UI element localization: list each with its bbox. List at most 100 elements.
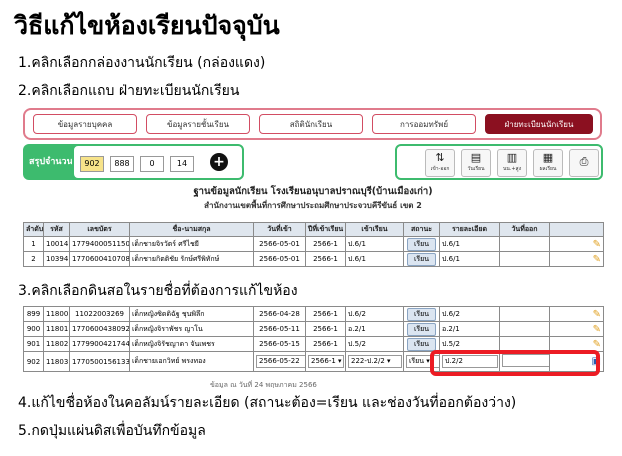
inout-button[interactable]: ⇅ เข้า-ออก — [425, 149, 455, 177]
clipboard-icon: ▤ — [470, 151, 482, 164]
table-header-row: ลำดับ รหัส เลขบัตร ชื่อ-นามสกุล วันที่เข… — [23, 222, 604, 237]
cell-id: 1770500156133 — [69, 351, 130, 372]
cell-no: 899 — [23, 306, 44, 322]
cell-no: 1 — [23, 236, 44, 252]
cell-name: เด็กชายเอกวิทย์ พรงทอง — [129, 351, 254, 372]
cell-class: ป.6/1 — [345, 251, 404, 267]
col-class: เข้าเรียน — [345, 222, 404, 237]
bar-chart-icon: ▦ — [542, 151, 554, 164]
year-select[interactable]: 2566-1 ▾ — [308, 355, 344, 368]
grades-label: ผลเรียน — [539, 166, 557, 172]
cell-year: 2566-1 — [305, 251, 346, 267]
cell-status: เรียน — [403, 236, 440, 252]
attendance-button[interactable]: ▤ วันเรียน — [461, 149, 491, 177]
cell-name: เด็กหญิงซิดดิฉัฐ ชุนพิลึก — [129, 306, 254, 322]
counts-box: 902 888 0 14 + — [72, 144, 244, 180]
cell-year: 2566-1 — [305, 321, 346, 337]
col-detail: รายละเอียด — [439, 222, 500, 237]
col-name: ชื่อ-นามสกุล — [129, 222, 254, 237]
col-no: ลำดับ — [23, 222, 44, 237]
footer-cut-text: ข้อมูล ณ วันที่ 24 พฤษภาคม 2566 — [210, 381, 317, 388]
cell-code: 11800 — [43, 306, 70, 322]
step-2: 2.คลิกเลือกแถบ ฝ่ายทะเบียนนักเรียน — [18, 83, 240, 99]
cell-status: เรียน — [403, 251, 440, 267]
cell-date-out — [499, 236, 550, 252]
cell-detail: อ.2/1 — [439, 321, 500, 337]
cell-code: 11803 — [43, 351, 70, 372]
cell-date-in: 2566-05-22 — [253, 351, 306, 372]
step-4: 4.แก้ไขชื่อห้องในคอลัมน์รายละเอียด (สถาน… — [18, 395, 517, 411]
pencil-icon[interactable]: ✎ — [593, 254, 601, 265]
cell-code: 11801 — [43, 321, 70, 337]
tab-class[interactable]: ข้อมูลรายชั้นเรียน — [146, 114, 250, 134]
cell-action: ✎ — [549, 236, 604, 252]
print-button[interactable]: ⎙ — [569, 149, 599, 177]
weight-height-label: นน.+สูง — [502, 166, 522, 172]
exchange-icon: ⇅ — [435, 151, 445, 164]
tab-savings[interactable]: การออมทรัพย์ — [372, 114, 476, 134]
attendance-label: วันเรียน — [467, 166, 485, 172]
cell-id: 1779900421744 — [69, 336, 130, 352]
pencil-icon[interactable]: ✎ — [593, 324, 601, 335]
cell-id: 1779400051150 — [69, 236, 130, 252]
cell-class: ป.5/2 — [345, 336, 404, 352]
weight-height-button[interactable]: ▥ นน.+สูง — [497, 149, 527, 177]
cell-class: ป.6/1 — [345, 236, 404, 252]
class-select[interactable]: 222-ป.2/2 ▾ — [348, 355, 402, 368]
cell-date-out — [499, 321, 550, 337]
table-row: 899 11800 11022003269 เด็กหญิงซิดดิฉัฐ ช… — [23, 306, 604, 322]
cell-year: 2566-1 — [305, 306, 346, 322]
col-year: ปีที่เข้าเรียน — [305, 222, 346, 237]
date-in-input[interactable]: 2566-05-22 — [256, 355, 305, 368]
cell-id: 1770600410708 — [69, 251, 130, 267]
status-badge: เรียน — [406, 322, 437, 336]
tab-registration[interactable]: ฝ่ายทะเบียนนักเรียน — [485, 114, 593, 134]
student-table: ลำดับ รหัส เลขบัตร ชื่อ-นามสกุล วันที่เข… — [23, 222, 604, 267]
pencil-icon[interactable]: ✎ — [593, 339, 601, 350]
page-title: วิธีแก้ไขห้องเรียนปัจจุบัน — [14, 11, 280, 40]
cell-action: ✎ — [549, 306, 604, 322]
count-total: 902 — [80, 156, 104, 172]
status-value: เรียน — [409, 357, 425, 365]
status-badge: เรียน — [406, 307, 437, 321]
count-active: 888 — [110, 156, 134, 172]
col-id: เลขบัตร — [69, 222, 130, 237]
cell-date-in: 2566-04-28 — [253, 306, 306, 322]
cell-status: เรียน — [403, 306, 440, 322]
cell-action: ✎ — [549, 321, 604, 337]
pencil-icon[interactable]: ✎ — [593, 239, 601, 250]
chart-icon: ▥ — [506, 151, 518, 164]
cell-name: เด็กชายกิตติชัย รักษ์ศรีพิทักษ์ — [129, 251, 254, 267]
cell-code: 11802 — [43, 336, 70, 352]
cell-class: ป.6/2 — [345, 306, 404, 322]
add-icon[interactable]: + — [210, 153, 228, 171]
table-row: 900 11801 1770600438092 เด็กหญิงจิราพัชร… — [23, 321, 604, 337]
cell-no: 2 — [23, 251, 44, 267]
cell-year: 2566-1 — [305, 336, 346, 352]
cell-year: 2566-1 ▾ — [305, 351, 346, 372]
cell-date-in: 2566-05-11 — [253, 321, 306, 337]
col-code: รหัส — [43, 222, 70, 237]
cell-id: 11022003269 — [69, 306, 130, 322]
cell-id: 1770600438092 — [69, 321, 130, 337]
cell-date-in: 2566-05-01 — [253, 236, 306, 252]
summary-label: สรุปจำนวน — [29, 157, 73, 167]
cell-year: 2566-1 — [305, 236, 346, 252]
tab-statistics[interactable]: สถิตินักเรียน — [259, 114, 363, 134]
cell-detail: ป.6/1 — [439, 251, 500, 267]
col-date-in: วันที่เข้า — [253, 222, 306, 237]
step-1: 1.คลิกเลือกกล่องงานนักเรียน (กล่องแดง) — [18, 55, 266, 71]
cell-date-in: 2566-05-15 — [253, 336, 306, 352]
cell-date-out — [499, 251, 550, 267]
screenshot-student-list: ข้อมูลรายบุคคล ข้อมูลรายชั้นเรียน สถิติน… — [20, 104, 606, 278]
pencil-icon[interactable]: ✎ — [593, 309, 601, 320]
cell-code: 10394 — [43, 251, 70, 267]
col-action — [549, 222, 604, 237]
col-status: สถานะ — [403, 222, 440, 237]
grades-button[interactable]: ▦ ผลเรียน — [533, 149, 563, 177]
cell-name: เด็กหญิงจิราพัชร ญาโน — [129, 321, 254, 337]
tab-individual[interactable]: ข้อมูลรายบุคคล — [33, 114, 137, 134]
table-row: 1 10014 1779400051150 เด็กชายจิรวัตร์ ศร… — [23, 236, 604, 252]
status-badge: เรียน — [406, 252, 437, 266]
school-heading: ฐานข้อมูลนักเรียน โรงเรียนอนุบาลปราณบุรี… — [193, 186, 433, 197]
